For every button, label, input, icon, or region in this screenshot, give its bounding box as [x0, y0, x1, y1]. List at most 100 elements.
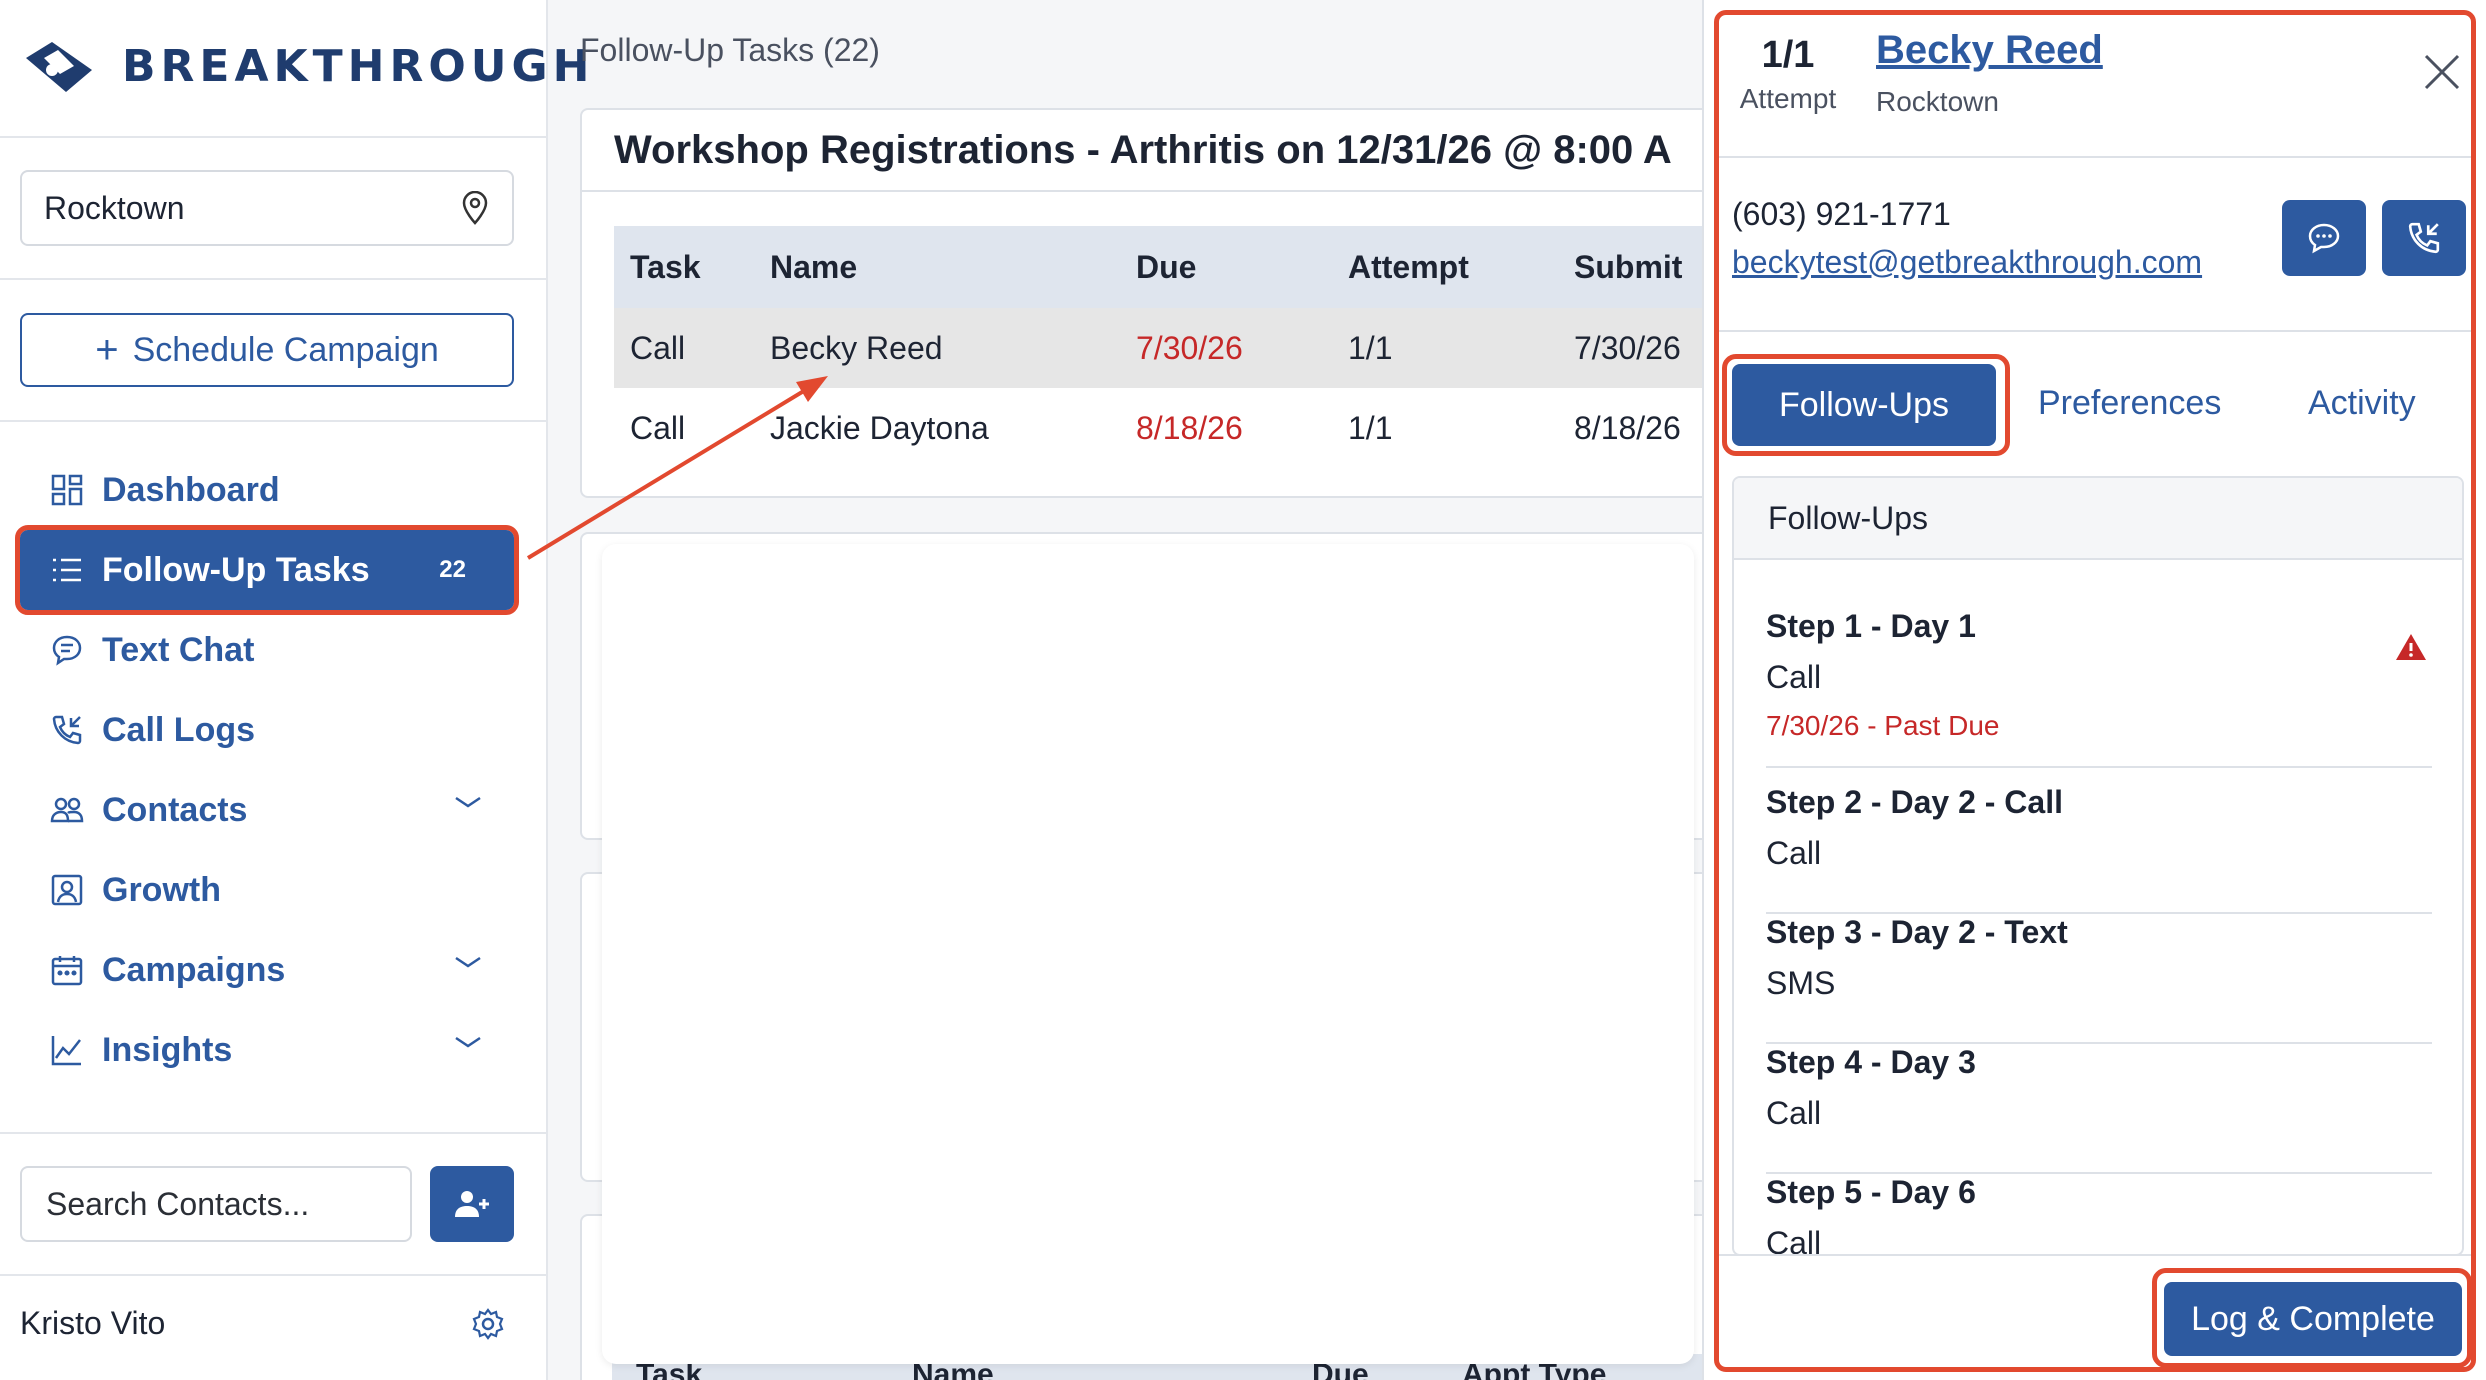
- contact-email-link[interactable]: beckytest@getbreakthrough.com: [1732, 244, 2202, 281]
- divider: [0, 136, 548, 138]
- divider: [1716, 1254, 2474, 1256]
- cell-attempt: 1/1: [1348, 409, 1393, 446]
- send-text-button[interactable]: [2282, 200, 2366, 276]
- step-title: Step 1 - Day 1: [1766, 608, 1976, 644]
- nav-item-follow-up-tasks[interactable]: Follow-Up Tasks 22: [15, 525, 519, 615]
- follow-up-step[interactable]: Step 1 - Day 1 Call 7/30/26 - Past Due: [1766, 608, 2432, 768]
- close-icon[interactable]: [2420, 50, 2464, 94]
- tab-follow-ups[interactable]: Follow-Ups: [1732, 364, 1996, 446]
- section-title: Follow-Ups: [1734, 478, 2462, 560]
- schedule-campaign-label: Schedule Campaign: [132, 330, 439, 369]
- chart-icon: [50, 1033, 84, 1067]
- nav-label: Growth: [102, 870, 221, 909]
- phone-icon: [2408, 222, 2440, 254]
- card-title: Workshop Registrations - Arthritis on 12…: [582, 110, 1738, 192]
- nav-label: Contacts: [102, 790, 248, 829]
- step-type: Call: [1766, 835, 1822, 871]
- gear-icon[interactable]: [472, 1307, 504, 1340]
- contact-name-link[interactable]: Becky Reed: [1876, 28, 2103, 73]
- step-title: Step 5 - Day 6: [1766, 1174, 1976, 1210]
- step-type: Call: [1766, 1095, 1822, 1131]
- cell-name: Becky Reed: [770, 329, 943, 366]
- task-table: Task Name Due Attempt Submit Call Becky …: [614, 226, 1738, 468]
- nav-item-insights[interactable]: Insights: [20, 1010, 514, 1090]
- chevron-down-icon[interactable]: [454, 954, 482, 970]
- sidebar: BREAKTHROUGH Rocktown + Schedule Campaig…: [0, 0, 589, 1380]
- tab-activity[interactable]: Activity: [2308, 384, 2416, 423]
- attempt-value: 1/1: [1761, 34, 1815, 76]
- calendar-icon: [50, 953, 84, 987]
- blank-overlay: [602, 544, 1694, 1364]
- nav-label: Campaigns: [102, 950, 286, 989]
- col-name[interactable]: Name: [760, 249, 1136, 286]
- chevron-down-icon[interactable]: [454, 1034, 482, 1050]
- log-complete-button[interactable]: Log & Complete: [2164, 1282, 2462, 1356]
- table-header: Task Name Due Attempt Submit: [614, 226, 1738, 308]
- follow-ups-section: Follow-Ups Step 1 - Day 1 Call 7/30/26 -…: [1732, 476, 2464, 1256]
- col-task[interactable]: Task: [614, 249, 760, 286]
- step-title: Step 4 - Day 3: [1766, 1044, 1976, 1080]
- location-select[interactable]: Rocktown: [20, 170, 514, 246]
- divider: [0, 1274, 548, 1276]
- page-title: Follow-Up Tasks (22): [580, 32, 880, 68]
- cell-due: 7/30/26: [1136, 329, 1243, 366]
- user-name: Kristo Vito: [20, 1305, 166, 1341]
- nav-item-call-logs[interactable]: Call Logs: [20, 690, 514, 770]
- follow-up-step[interactable]: Step 3 - Day 2 - Text SMS: [1766, 914, 2432, 1044]
- chat-icon: [50, 633, 84, 667]
- warning-icon: [2396, 634, 2426, 660]
- divider: [1716, 156, 2474, 158]
- nav-label: Follow-Up Tasks: [102, 550, 370, 589]
- table-row[interactable]: Call Jackie Daytona 8/18/26 1/1 8/18/26: [614, 388, 1738, 468]
- follow-up-step[interactable]: Step 5 - Day 6 Call: [1766, 1174, 2432, 1256]
- search-contacts-input[interactable]: Search Contacts...: [20, 1166, 412, 1242]
- step-due: 7/30/26 - Past Due: [1766, 710, 2000, 741]
- chevron-down-icon[interactable]: [454, 794, 482, 810]
- brand-logo[interactable]: BREAKTHROUGH: [22, 36, 594, 96]
- step-type: Call: [1766, 659, 1822, 695]
- map-pin-icon: [462, 191, 488, 225]
- divider: [0, 1132, 548, 1134]
- contact-location: Rocktown: [1876, 86, 1999, 117]
- plus-icon: +: [95, 328, 119, 372]
- add-contact-button[interactable]: [430, 1166, 514, 1242]
- breakthrough-logo-icon: [26, 42, 92, 92]
- step-type: Call: [1766, 1225, 1822, 1256]
- nav-label: Insights: [102, 1030, 233, 1069]
- follow-up-step[interactable]: Step 4 - Day 3 Call: [1766, 1044, 2432, 1174]
- table-row[interactable]: Call Becky Reed 7/30/26 1/1 7/30/26: [614, 308, 1738, 388]
- call-button[interactable]: [2382, 200, 2466, 276]
- cell-attempt: 1/1: [1348, 329, 1393, 366]
- campaign-task-card: Workshop Registrations - Arthritis on 12…: [580, 108, 1740, 498]
- nav-item-contacts[interactable]: Contacts: [20, 770, 514, 850]
- nav-item-growth[interactable]: Growth: [20, 850, 514, 930]
- nav-label: Dashboard: [102, 470, 280, 509]
- growth-icon: [50, 873, 84, 907]
- cell-due: 8/18/26: [1136, 409, 1243, 446]
- main-nav: Dashboard Follow-Up Tasks 22 Text Chat C…: [15, 450, 519, 1090]
- nav-item-text-chat[interactable]: Text Chat: [20, 610, 514, 690]
- col-due[interactable]: Due: [1136, 249, 1348, 286]
- location-value: Rocktown: [44, 189, 185, 226]
- col-attempt[interactable]: Attempt: [1348, 249, 1574, 286]
- current-user: Kristo Vito: [20, 1305, 514, 1342]
- dashboard-icon: [50, 473, 84, 507]
- divider: [1716, 330, 2474, 332]
- contact-phone: (603) 921-1771: [1732, 196, 1951, 232]
- nav-label: Call Logs: [102, 710, 256, 749]
- attempt-label: Attempt: [1739, 83, 1837, 114]
- task-count-badge: 22: [439, 556, 466, 583]
- step-title: Step 2 - Day 2 - Call: [1766, 784, 2063, 820]
- attempt-counter: 1/1 Attempt: [1732, 34, 1844, 115]
- schedule-campaign-button[interactable]: + Schedule Campaign: [20, 313, 514, 387]
- divider: [0, 278, 548, 280]
- divider: [0, 420, 548, 422]
- people-icon: [50, 793, 84, 827]
- nav-item-campaigns[interactable]: Campaigns: [20, 930, 514, 1010]
- follow-up-step[interactable]: Step 2 - Day 2 - Call Call: [1766, 784, 2432, 914]
- cell-task: Call: [630, 329, 686, 366]
- nav-item-dashboard[interactable]: Dashboard: [20, 450, 514, 530]
- cell-task: Call: [630, 409, 686, 446]
- tab-preferences[interactable]: Preferences: [2038, 384, 2221, 423]
- chat-icon: [2308, 223, 2340, 254]
